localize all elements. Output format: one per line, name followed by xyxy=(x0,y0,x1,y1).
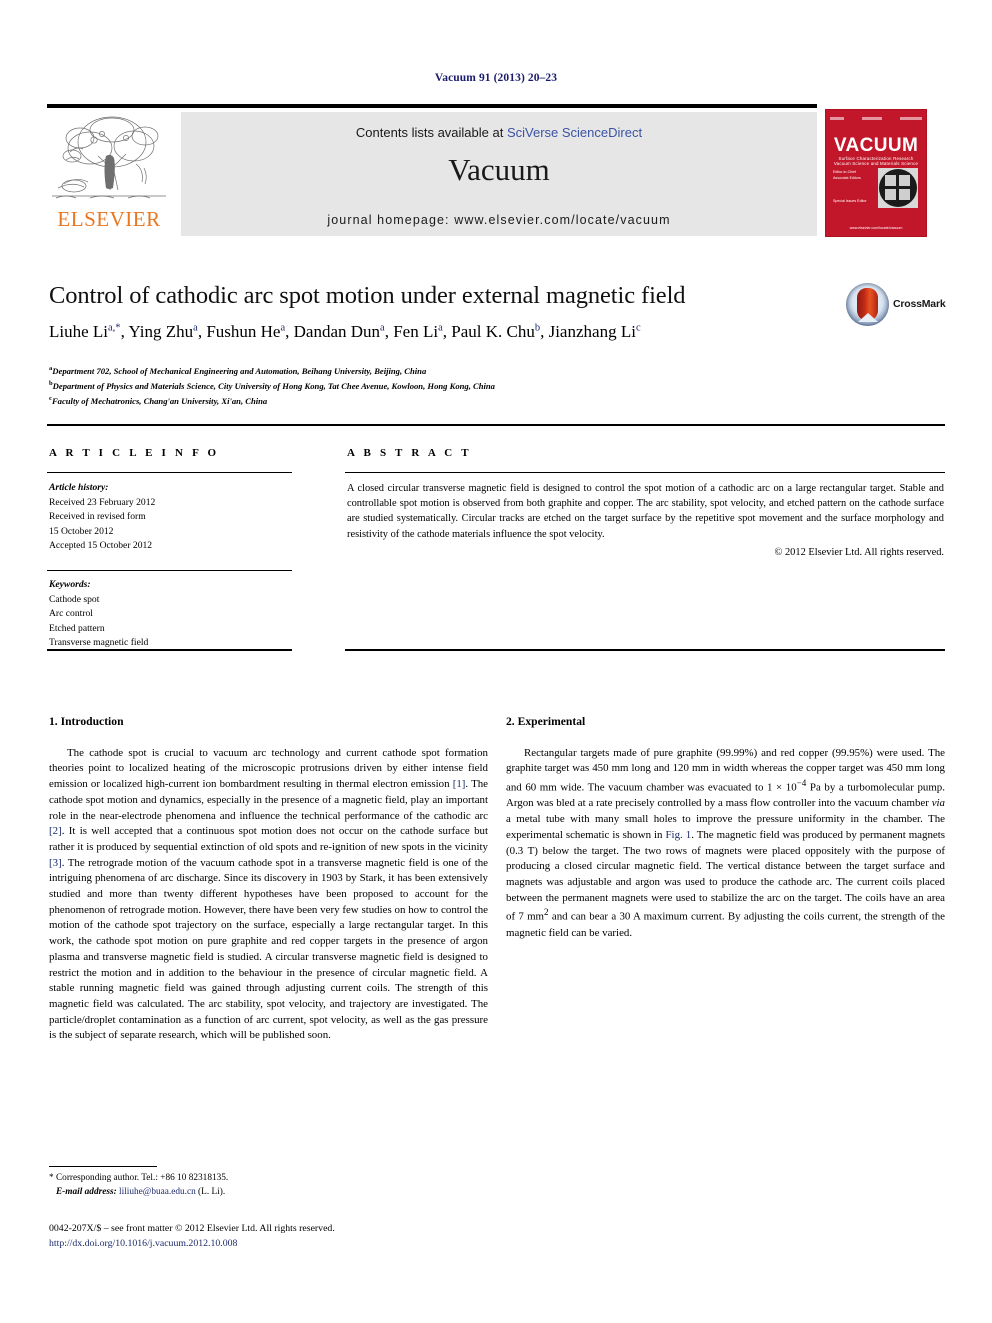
keywords-label: Keywords: xyxy=(49,579,91,590)
journal-title: Vacuum xyxy=(448,152,550,187)
author-item: Dandan Duna xyxy=(293,322,385,341)
doi-link[interactable]: http://dx.doi.org/10.1016/j.vacuum.2012.… xyxy=(49,1237,519,1252)
elsevier-tree-icon xyxy=(50,112,168,204)
keyword-item: Cathode spot xyxy=(49,593,100,605)
citation-ref-3[interactable]: [3] xyxy=(49,857,62,869)
abstract-bottom-rule xyxy=(345,649,945,652)
intro-text-a: The cathode spot is crucial to vacuum ar… xyxy=(49,746,488,791)
email-note: E-mail address: liliuhe@buaa.edu.cn (L. … xyxy=(49,1186,489,1200)
section-heading-introduction: 1. Introduction xyxy=(49,715,124,728)
elsevier-wordmark: ELSEVIER xyxy=(57,207,161,231)
cover-editors: Editor-in-Chief Associate Editors Special… xyxy=(833,170,867,203)
affiliation-item: cFaculty of Mechatronics, Chang'an Unive… xyxy=(49,394,268,406)
cover-top-band xyxy=(830,114,922,123)
page-title: Control of cathodic arc spot motion unde… xyxy=(49,282,686,309)
cover-subtitle: Surface Characterization Research Vacuum… xyxy=(833,156,919,166)
section-heading-experimental: 2. Experimental xyxy=(506,715,586,728)
article-history-line: Received 23 February 2012 xyxy=(49,496,156,508)
body-column-left: 1. Introduction The cathode spot is cruc… xyxy=(49,714,488,1044)
email-label: E-mail address: xyxy=(55,1186,117,1197)
exp-italic-via: via xyxy=(931,797,945,810)
info-section-top-rule xyxy=(47,424,945,427)
journal-header-center: Contents lists available at SciVerse Sci… xyxy=(181,112,817,236)
corresponding-author-note: * Corresponding author. Tel.: +86 10 823… xyxy=(49,1173,229,1183)
crossmark-icon xyxy=(846,283,889,326)
abstract-copyright: © 2012 Elsevier Ltd. All rights reserved… xyxy=(774,546,945,558)
affiliation-text: Department of Physics and Materials Scie… xyxy=(52,380,495,391)
abstract-heading: A B S T R A C T xyxy=(347,447,472,459)
author-item: Jianzhang Lic xyxy=(548,322,641,341)
journal-cover-thumbnail: VACUUM Surface Characterization Research… xyxy=(825,109,927,237)
article-history-label: Article history: xyxy=(49,482,109,493)
article-history-line: Received in revised form xyxy=(49,511,146,523)
author-item: Fen Lia xyxy=(393,322,443,341)
intro-paragraph: The cathode spot is crucial to vacuum ar… xyxy=(49,746,488,1044)
article-history-line: Accepted 15 October 2012 xyxy=(49,540,153,552)
exp-text-d: . The magnetic field was produced by per… xyxy=(506,828,945,923)
abstract-block: A closed circular transverse magnetic fi… xyxy=(347,481,944,560)
author-item: Fushun Hea xyxy=(206,322,286,341)
page-footer: 0042-207X/$ – see front matter © 2012 El… xyxy=(49,1222,519,1251)
journal-homepage-link[interactable]: journal homepage: www.elsevier.com/locat… xyxy=(181,213,817,227)
crossmark-badge[interactable]: CrossMark xyxy=(846,283,946,327)
footnote-rule xyxy=(49,1166,157,1168)
journal-header: ELSEVIER Contents lists available at Sci… xyxy=(47,104,945,238)
intro-text-c: . It is well accepted that a continuous … xyxy=(49,825,488,853)
article-history-line: 15 October 2012 xyxy=(49,525,114,537)
exp-exponent: −4 xyxy=(796,778,807,789)
keyword-item: Arc control xyxy=(49,608,93,620)
experimental-paragraph: Rectangular targets made of pure graphit… xyxy=(506,746,945,942)
keyword-item: Transverse magnetic field xyxy=(49,637,149,649)
body-column-right: 2. Experimental Rectangular targets made… xyxy=(506,714,945,941)
affiliation-text: Department 702, School of Mechanical Eng… xyxy=(52,365,427,376)
article-info-heading: A R T I C L E I N F O xyxy=(49,447,220,459)
header-top-rule xyxy=(47,104,817,108)
email-link[interactable]: liliuhe@buaa.edu.cn xyxy=(119,1187,196,1197)
keywords-top-rule xyxy=(47,570,292,572)
email-suffix: (L. Li). xyxy=(195,1186,226,1197)
abstract-underline xyxy=(345,472,945,474)
sciencedirect-link[interactable]: SciVerse ScienceDirect xyxy=(507,125,642,140)
footnote-block: * Corresponding author. Tel.: +86 10 823… xyxy=(49,1172,489,1200)
cover-title: VACUUM xyxy=(833,135,919,156)
cover-footer-text: www.elsevier.com/locate/vacuum xyxy=(849,226,903,230)
author-item: Liuhe Lia,* xyxy=(49,322,121,341)
affiliation-text: Faculty of Mechatronics, Chang'an Univer… xyxy=(51,395,268,406)
citation-ref-1[interactable]: [1] xyxy=(453,778,466,790)
affiliation-list: aDepartment 702, School of Mechanical En… xyxy=(49,364,749,408)
citation-ref-2[interactable]: [2] xyxy=(49,825,62,837)
cover-figure-image xyxy=(878,168,918,208)
exp-text-e: and can bear a 30 A maximum current. By … xyxy=(506,910,945,939)
contents-available-line: Contents lists available at SciVerse Sci… xyxy=(181,125,817,140)
author-item: Ying Zhua xyxy=(128,322,198,341)
author-list: Liuhe Lia,*, Ying Zhua, Fushun Hea, Dand… xyxy=(49,322,641,341)
keyword-item: Etched pattern xyxy=(49,622,105,634)
affiliation-item: aDepartment 702, School of Mechanical En… xyxy=(49,365,427,376)
keywords-block: Keywords: Cathode spot Arc control Etche… xyxy=(49,578,294,651)
crossmark-label: CrossMark xyxy=(893,298,946,310)
author-item: Paul K. Chub xyxy=(451,322,541,341)
article-history: Article history: Received 23 February 20… xyxy=(49,481,294,554)
contents-prefix: Contents lists available at xyxy=(355,125,507,140)
issn-line: 0042-207X/$ – see front matter © 2012 El… xyxy=(49,1223,335,1234)
affiliation-item: bDepartment of Physics and Materials Sci… xyxy=(49,379,495,391)
elsevier-logo: ELSEVIER xyxy=(50,112,168,234)
paper-page: Vacuum 91 (2013) 20–23 ELSEVIER Contents… xyxy=(0,0,992,1323)
intro-text-d: . The retrograde motion of the vacuum ca… xyxy=(49,856,488,1042)
abstract-text: A closed circular transverse magnetic fi… xyxy=(347,483,944,540)
article-info-underline xyxy=(47,472,292,474)
figure-ref-1[interactable]: Fig. 1 xyxy=(666,829,692,841)
running-head: Vacuum 91 (2013) 20–23 xyxy=(434,72,558,84)
